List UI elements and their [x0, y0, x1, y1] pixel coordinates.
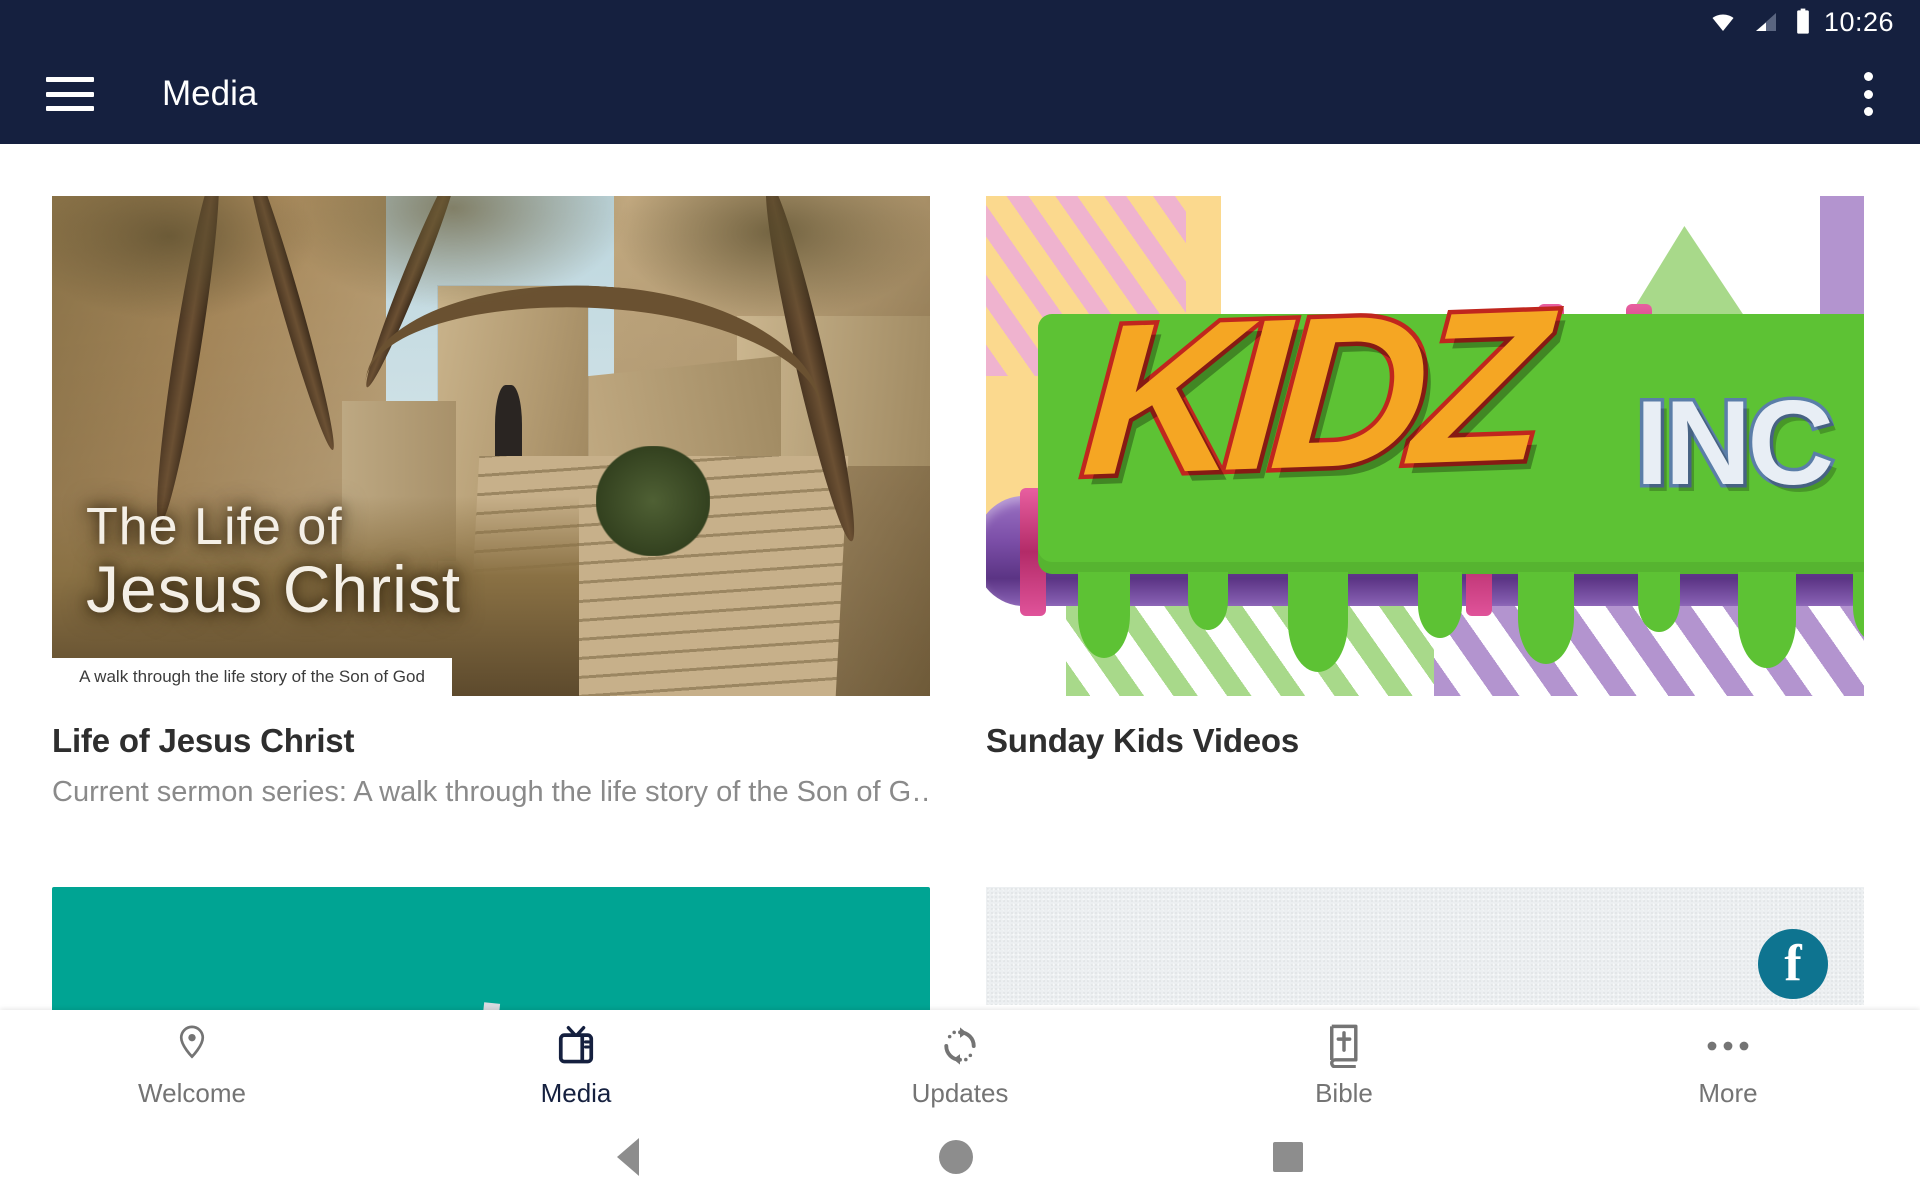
facebook-badge-icon: f [1758, 929, 1828, 999]
bottom-navigation: Welcome Media Updates Bible More [0, 1010, 1920, 1114]
slime-drip [1078, 572, 1130, 658]
kidz-inc-artwork: KIDZ INC [986, 196, 1864, 696]
slime-drip [1518, 572, 1574, 664]
media-card-sunday-kids-videos[interactable]: KIDZ INC Sunday Kids Videos [986, 196, 1864, 809]
status-bar: 10:26 [0, 0, 1920, 44]
home-circle-icon[interactable] [939, 1140, 973, 1174]
nav-label: Bible [1315, 1078, 1373, 1108]
slime-drip [1188, 572, 1228, 630]
status-bar-clock: 10:26 [1823, 6, 1894, 37]
artwork-caption: A walk through the life story of the Son… [52, 658, 452, 696]
inc-word: INC [1632, 373, 1838, 514]
sync-refresh-icon [939, 1024, 981, 1068]
card-title: Sunday Kids Videos [986, 722, 1300, 759]
card-description: Current sermon series: A walk through th… [52, 776, 930, 808]
media-card-grid: The Life of Jesus Christ A walk through … [0, 144, 1920, 809]
card-thumbnail-sunday-kids-videos[interactable]: KIDZ INC [986, 196, 1864, 696]
card-title: Life of Jesus Christ [52, 722, 355, 759]
nav-item-more[interactable]: More [1536, 1024, 1920, 1109]
battery-icon [1797, 8, 1809, 34]
recents-square-icon[interactable] [1273, 1142, 1303, 1172]
book-cross-icon [1326, 1024, 1362, 1068]
more-horizontal-icon [1705, 1024, 1751, 1068]
nav-item-media[interactable]: Media [384, 1024, 768, 1109]
nav-item-updates[interactable]: Updates [768, 1024, 1152, 1109]
page-title: Media [162, 74, 258, 113]
bush [596, 446, 711, 556]
media-card-gray[interactable]: f [986, 887, 1864, 1005]
slime-drip [1638, 572, 1680, 632]
kidz-wordmark: KIDZ [1072, 242, 1646, 542]
media-card-grid-row2: f [0, 887, 1920, 1010]
card-thumbnail-life-of-jesus[interactable]: The Life of Jesus Christ A walk through … [52, 196, 930, 696]
nav-label: Media [540, 1078, 612, 1108]
cellular-signal-icon [1755, 13, 1776, 31]
media-content-scroll[interactable]: The Life of Jesus Christ A walk through … [0, 144, 1920, 1010]
wifi-icon [1712, 14, 1734, 31]
location-pin-icon [175, 1024, 209, 1068]
nav-label: More [1698, 1078, 1758, 1108]
media-card-life-of-jesus[interactable]: The Life of Jesus Christ A walk through … [52, 196, 930, 809]
artwork-headline: The Life of Jesus Christ [86, 498, 462, 627]
artwork-headline-line1: The Life of [86, 498, 343, 557]
slime-drip [1738, 572, 1796, 668]
television-icon [554, 1024, 598, 1068]
nav-label: Updates [911, 1078, 1009, 1108]
tree-canopy [52, 196, 930, 336]
nav-item-bible[interactable]: Bible [1152, 1024, 1536, 1109]
more-vertical-icon[interactable] [1864, 72, 1874, 116]
back-triangle-icon[interactable] [617, 1138, 639, 1176]
artwork-headline-line2: Jesus Christ [86, 552, 462, 627]
android-system-bar [0, 1114, 1920, 1200]
slime-drip [1418, 572, 1462, 638]
hamburger-menu-icon[interactable] [46, 77, 94, 111]
status-icons [1708, 8, 1812, 36]
app-bar: Media [0, 44, 1920, 144]
nav-item-welcome[interactable]: Welcome [0, 1024, 384, 1109]
card-graphic [481, 1002, 501, 1010]
kidz-word: KIDZ [1072, 259, 1545, 524]
jesus-artwork: The Life of Jesus Christ A walk through … [52, 196, 930, 696]
nav-label: Welcome [138, 1078, 246, 1108]
media-card-teal[interactable] [52, 887, 930, 1010]
slime-drip [1288, 572, 1348, 672]
